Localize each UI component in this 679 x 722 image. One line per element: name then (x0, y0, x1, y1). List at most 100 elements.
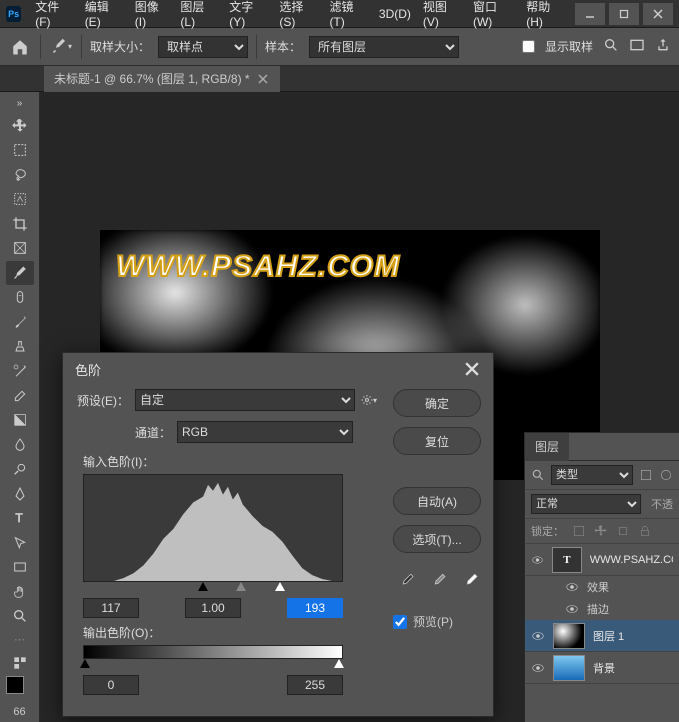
eyedropper-tool[interactable] (6, 261, 34, 285)
output-black-slider[interactable] (80, 659, 90, 668)
home-icon[interactable] (8, 35, 32, 59)
visibility-icon[interactable] (531, 629, 545, 643)
ok-button[interactable]: 确定 (393, 389, 481, 417)
lock-artboard-icon[interactable] (616, 524, 630, 538)
move-tool[interactable] (6, 114, 34, 138)
marquee-tool[interactable] (6, 139, 34, 163)
input-black-field[interactable] (83, 598, 139, 618)
layer-name: WWW.PSAHZ.CO (590, 554, 673, 566)
channel-select[interactable]: RGB (177, 421, 353, 443)
frame-tool[interactable] (6, 237, 34, 261)
sample-size-select[interactable]: 取样点 (158, 36, 248, 58)
blur-tool[interactable] (6, 433, 34, 457)
menu-3d[interactable]: 3D(D) (373, 3, 417, 25)
gradient-tool[interactable] (6, 408, 34, 432)
menu-image[interactable]: 图像(I) (129, 0, 175, 33)
color-swatches[interactable] (6, 676, 34, 701)
hand-tool[interactable] (6, 580, 34, 604)
clone-stamp-tool[interactable] (6, 335, 34, 359)
input-gamma-slider[interactable] (236, 582, 246, 591)
output-white-field[interactable] (287, 675, 343, 695)
show-ring-checkbox[interactable] (522, 40, 535, 53)
menu-file[interactable]: 文件(F) (29, 0, 78, 33)
brush-tool[interactable] (6, 310, 34, 334)
window-maximize-button[interactable] (609, 3, 639, 25)
menu-filter[interactable]: 滤镜(T) (323, 0, 372, 33)
preview-label: 预览(P) (413, 613, 453, 630)
lock-position-icon[interactable] (594, 524, 608, 538)
pen-tool[interactable] (6, 482, 34, 506)
lock-pixels-icon[interactable] (572, 524, 586, 538)
reset-button[interactable]: 复位 (393, 427, 481, 455)
filter-adj-icon[interactable] (659, 468, 673, 482)
menu-help[interactable]: 帮助(H) (520, 0, 571, 33)
lasso-tool[interactable] (6, 163, 34, 187)
screen-mode-icon[interactable] (629, 37, 645, 56)
auto-button[interactable]: 自动(A) (393, 487, 481, 515)
input-white-slider[interactable] (275, 582, 285, 591)
menu-window[interactable]: 窗口(W) (467, 0, 520, 33)
healing-brush-tool[interactable] (6, 286, 34, 310)
visibility-icon[interactable] (531, 553, 544, 567)
output-white-slider[interactable] (334, 659, 344, 668)
filter-pixel-icon[interactable] (639, 468, 653, 482)
preset-select[interactable]: 自定 (135, 389, 355, 411)
share-icon[interactable] (655, 37, 671, 56)
dodge-tool[interactable] (6, 457, 34, 481)
layer-item-text[interactable]: T WWW.PSAHZ.CO (525, 544, 679, 576)
close-tab-icon[interactable] (258, 73, 270, 85)
menu-layer[interactable]: 图层(L) (174, 0, 223, 33)
lock-label: 锁定： (531, 523, 564, 539)
window-close-button[interactable] (643, 3, 673, 25)
layer-name: 图层 1 (593, 628, 624, 644)
title-bar: Ps 文件(F) 编辑(E) 图像(I) 图层(L) 文字(Y) 选择(S) 滤… (0, 0, 679, 28)
preset-settings-icon[interactable]: ▾ (361, 392, 377, 408)
watermark-text: WWW.PSAHZ.COM (116, 250, 400, 284)
layers-panel: 图层 类型 正常 不透 锁定： T WWW.PSAHZ.CO 效果 描边 (524, 432, 679, 722)
menu-select[interactable]: 选择(S) (273, 0, 323, 33)
options-button[interactable]: 选项(T)... (393, 525, 481, 553)
edit-toolbar-icon[interactable] (6, 651, 34, 675)
black-point-eyedropper-icon[interactable] (397, 571, 417, 591)
white-point-eyedropper-icon[interactable] (461, 571, 481, 591)
quick-select-tool[interactable] (6, 188, 34, 212)
output-black-field[interactable] (83, 675, 139, 695)
menu-type[interactable]: 文字(Y) (223, 0, 273, 33)
menu-edit[interactable]: 编辑(E) (79, 0, 129, 33)
layer-effects-row[interactable]: 效果 (525, 576, 679, 598)
output-gradient (83, 645, 343, 659)
visibility-icon[interactable] (531, 661, 545, 675)
input-gamma-field[interactable] (185, 598, 241, 618)
layer-stroke-row[interactable]: 描边 (525, 598, 679, 620)
blend-mode-select[interactable]: 正常 (531, 494, 641, 514)
eraser-tool[interactable] (6, 384, 34, 408)
input-white-field[interactable] (287, 598, 343, 618)
zoom-tool[interactable] (6, 605, 34, 629)
filter-kind-select[interactable]: 类型 (551, 465, 633, 485)
filter-search-icon[interactable] (531, 468, 545, 482)
menu-view[interactable]: 视图(V) (417, 0, 467, 33)
window-minimize-button[interactable] (575, 3, 605, 25)
lock-all-icon[interactable] (638, 524, 652, 538)
gray-point-eyedropper-icon[interactable] (429, 571, 449, 591)
channel-label: 通道： (123, 424, 171, 441)
crop-tool[interactable] (6, 212, 34, 236)
visibility-icon[interactable] (565, 602, 579, 616)
path-select-tool[interactable] (6, 531, 34, 555)
rectangle-tool[interactable] (6, 556, 34, 580)
history-brush-tool[interactable] (6, 359, 34, 383)
dialog-close-icon[interactable] (463, 360, 481, 378)
layers-tab[interactable]: 图层 (525, 432, 569, 461)
layer-item-raster[interactable]: 图层 1 (525, 620, 679, 652)
preview-checkbox[interactable] (393, 615, 407, 629)
search-icon[interactable] (603, 37, 619, 56)
layer-item-background[interactable]: 背景 (525, 652, 679, 684)
output-slider-track (83, 659, 343, 671)
type-tool[interactable]: T (6, 507, 34, 531)
visibility-icon[interactable] (565, 580, 579, 594)
input-black-slider[interactable] (198, 582, 208, 591)
sample-select[interactable]: 所有图层 (309, 36, 459, 58)
input-slider-track (83, 582, 343, 594)
eyedropper-icon[interactable]: ▾ (49, 35, 73, 59)
document-tab[interactable]: 未标题-1 @ 66.7% (图层 1, RGB/8) * (44, 66, 280, 92)
